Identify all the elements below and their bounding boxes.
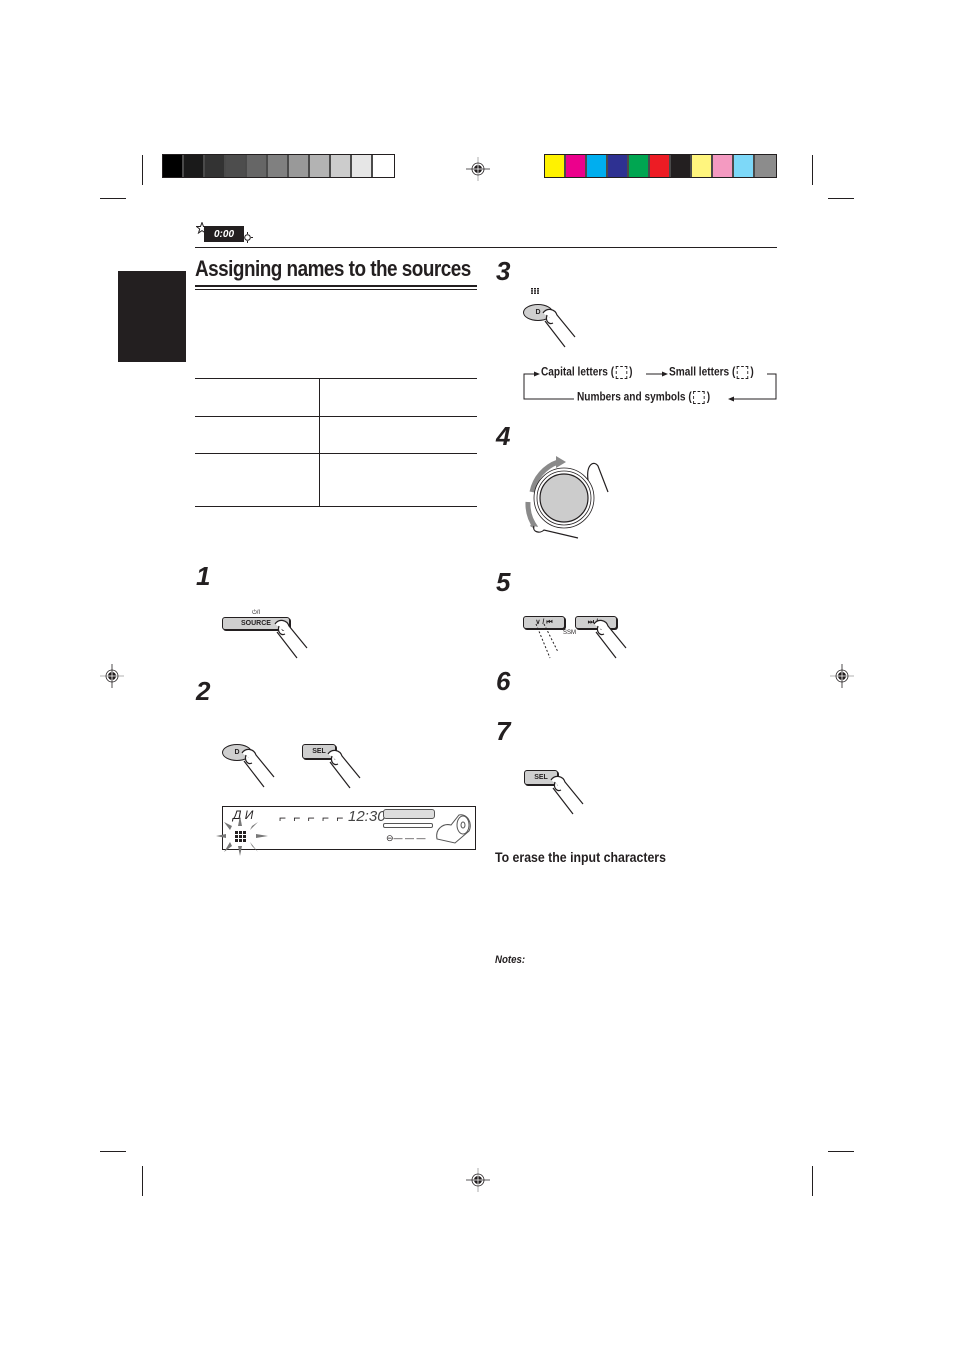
display-button-label: D xyxy=(234,749,240,756)
page-title: Assigning names to the sources xyxy=(195,256,471,281)
color-swatch xyxy=(352,155,373,177)
finger-press-icon xyxy=(274,619,308,659)
color-swatch xyxy=(608,155,629,177)
registration-mark-top-icon xyxy=(466,157,490,181)
lcd-time: 12:30 xyxy=(348,808,386,825)
color-swatch xyxy=(566,155,587,177)
color-swatch xyxy=(373,155,394,177)
crop-mark-bottom-left-v xyxy=(142,1166,143,1196)
disc-icon xyxy=(436,814,471,844)
crop-mark-bottom-left-h xyxy=(100,1151,126,1152)
crop-mark-top-right-h xyxy=(828,198,854,199)
crop-mark-bottom-right-h xyxy=(828,1151,854,1152)
color-swatch xyxy=(268,155,289,177)
clock-display: 0:00 xyxy=(204,226,244,242)
display-button-label: D xyxy=(535,309,541,316)
ssm-label: SSM xyxy=(563,630,577,636)
color-swatch xyxy=(545,155,566,177)
lcd-dashes: ⊖— — — xyxy=(386,833,426,843)
lcd-segment-bar xyxy=(383,823,433,828)
color-swatch xyxy=(289,155,310,177)
table-cell xyxy=(319,416,477,454)
notes-heading: Notes: xyxy=(495,954,526,966)
color-swatch xyxy=(331,155,352,177)
mode-numbers-symbols: Numbers and symbols () xyxy=(577,391,711,404)
finger-press-icon xyxy=(542,308,576,348)
color-swatch xyxy=(671,155,692,177)
color-swatch xyxy=(226,155,247,177)
color-swatch xyxy=(650,155,671,177)
title-underline-thin xyxy=(195,289,477,290)
title-underline-thick xyxy=(195,285,477,287)
color-swatch xyxy=(629,155,650,177)
sel-button-label: SEL xyxy=(312,748,326,755)
table-cell xyxy=(195,453,320,507)
registration-mark-right-icon xyxy=(830,664,854,688)
grayscale-calibration-bar xyxy=(162,154,395,178)
registration-mark-left-icon xyxy=(100,664,124,688)
crop-mark-bottom-right-v xyxy=(812,1166,813,1196)
color-swatch xyxy=(184,155,205,177)
lcd-indicator-bar xyxy=(383,809,435,819)
gear-icon xyxy=(242,232,253,243)
color-swatch xyxy=(734,155,755,177)
source-name-table xyxy=(195,378,477,507)
numbers-symbols-icon xyxy=(693,391,705,404)
step-number-7: 7 xyxy=(496,716,511,746)
color-swatch xyxy=(247,155,268,177)
color-calibration-bar xyxy=(544,154,777,178)
clock-text: 0:00 xyxy=(213,228,234,240)
step-number-4: 4 xyxy=(496,421,511,451)
table-cell xyxy=(319,378,477,417)
step-number-6: 6 xyxy=(496,666,511,696)
small-letters-icon xyxy=(737,366,749,379)
color-swatch xyxy=(163,155,184,177)
mode-capital-letters: Capital letters () xyxy=(541,366,633,379)
color-swatch xyxy=(713,155,734,177)
table-row xyxy=(195,378,477,417)
finger-press-ghost-icon xyxy=(535,623,559,659)
finger-press-icon xyxy=(550,775,584,815)
control-dial-icon[interactable] xyxy=(518,452,618,548)
capital-letters-icon xyxy=(615,366,628,379)
color-swatch xyxy=(205,155,226,177)
power-label: ⏻/I xyxy=(252,610,261,616)
erase-characters-heading: To erase the input characters xyxy=(495,849,666,865)
color-swatch xyxy=(692,155,713,177)
step-number-2: 2 xyxy=(196,676,211,706)
table-cell xyxy=(195,378,320,417)
registration-mark-bottom-icon xyxy=(466,1168,490,1192)
blinking-cursor-icon xyxy=(216,816,268,856)
table-cell xyxy=(319,453,477,507)
step-number-3: 3 xyxy=(496,256,511,286)
sel-button-label: SEL xyxy=(534,774,548,781)
step-number-1: 1 xyxy=(196,561,211,591)
language-tab-marker xyxy=(118,271,186,362)
table-cell xyxy=(195,416,320,454)
header-divider xyxy=(195,247,777,248)
clock-settings-icon: 0:00 xyxy=(196,222,254,244)
finger-press-icon xyxy=(593,619,627,659)
source-button-label: SOURCE xyxy=(241,620,271,627)
mode-small-letters: Small letters () xyxy=(669,366,754,379)
step-number-5: 5 xyxy=(496,567,511,597)
color-swatch xyxy=(587,155,608,177)
lcd-char-slots: ⌐ ⌐ ⌐ ⌐ ⌐ xyxy=(279,811,346,825)
table-row xyxy=(195,416,477,454)
character-grid-icon xyxy=(531,288,539,294)
finger-press-icon xyxy=(327,749,361,789)
table-row xyxy=(195,453,477,507)
finger-press-icon xyxy=(241,748,275,788)
crop-mark-top-right-v xyxy=(812,155,813,185)
color-swatch xyxy=(755,155,776,177)
crop-mark-top-left-v xyxy=(142,155,143,185)
crop-mark-top-left-h xyxy=(100,198,126,199)
color-swatch xyxy=(310,155,331,177)
